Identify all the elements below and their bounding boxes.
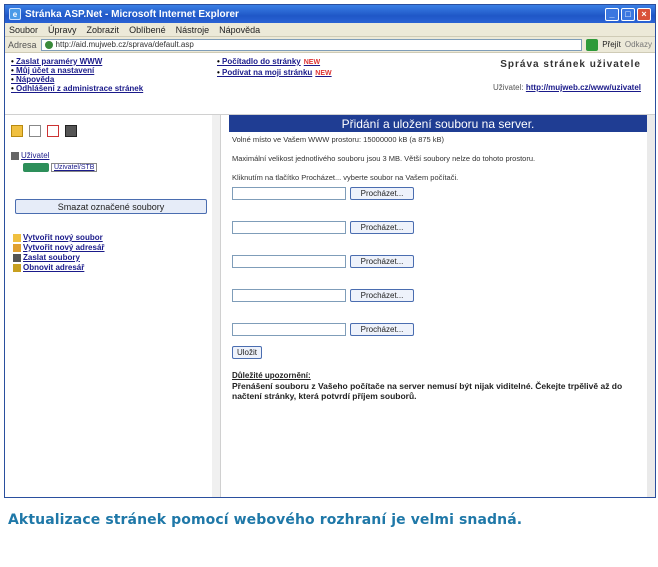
folder-icon: [13, 244, 21, 252]
delete-icon[interactable]: [47, 125, 59, 137]
address-label: Adresa: [8, 39, 37, 50]
main-scrollbar[interactable]: [647, 115, 655, 497]
top-navigation: Zaslat paraméry WWW Můj účet a nastavení…: [5, 53, 655, 115]
browse-button[interactable]: Procházet...: [350, 322, 414, 336]
user-line: Uživatel: http://mujweb.cz/www/uzivatel: [493, 83, 641, 92]
file-sidebar: Uživatel Uzivatel/STB Smazat označené so…: [5, 115, 221, 497]
go-icon[interactable]: [586, 38, 599, 51]
menu-item-edit[interactable]: Úpravy: [48, 25, 77, 35]
tree-child[interactable]: Uzivatel/STB: [23, 163, 98, 172]
action-list: Vytvořit nový soubor Vytvořit nový adres…: [13, 233, 105, 273]
window-title: Stránka ASP.Net - Microsoft Internet Exp…: [25, 8, 239, 20]
upload-row: Procházet...: [232, 318, 647, 340]
admin-title: Správa stránek uživatele: [500, 59, 641, 70]
browse-button[interactable]: Procházet...: [350, 288, 414, 302]
save-button[interactable]: Uložit: [232, 346, 262, 359]
browse-button[interactable]: Procházet...: [350, 220, 414, 234]
link-counter[interactable]: Počítadlo do stránkyNEW: [217, 57, 332, 68]
minimize-button[interactable]: _: [605, 7, 619, 21]
file-input[interactable]: [232, 254, 346, 268]
upload-row: Procházet...: [232, 182, 647, 204]
title-bar: e Stránka ASP.Net - Microsoft Internet E…: [5, 5, 655, 23]
computer-icon: [11, 151, 19, 160]
file-icon: [13, 234, 21, 242]
link-view-page[interactable]: Podívat na moji stránkuNEW: [217, 68, 332, 79]
delete-selected-button[interactable]: Smazat označené soubory: [15, 199, 207, 214]
account-links: Zaslat paraméry WWW Můj účet a nastavení…: [11, 57, 143, 93]
address-input[interactable]: http://aid.mujweb.cz/sprava/default.asp: [40, 38, 583, 51]
page-content: Zaslat paraméry WWW Můj účet a nastavení…: [5, 53, 655, 497]
link-logout[interactable]: Odhlášení z administrace stránek: [11, 84, 143, 93]
refresh-icon[interactable]: [65, 125, 77, 137]
file-input[interactable]: [232, 220, 346, 234]
user-label: Uživatel:: [492, 83, 524, 92]
upload-row: Procházet...: [232, 216, 647, 238]
warning-title: Důležité upozornění:: [232, 371, 311, 380]
action-new-file[interactable]: Vytvořit nový soubor: [13, 233, 105, 243]
address-bar: Adresa http://aid.mujweb.cz/sprava/defau…: [5, 37, 655, 53]
instruction-text: Kliknutím na tlačítko Procházet... vyber…: [232, 173, 459, 182]
sidebar-scrollbar[interactable]: [212, 115, 220, 497]
upload-row: Procházet...: [232, 250, 647, 272]
warning-text: Přenášení souboru z Vašeho počítače na s…: [232, 381, 623, 401]
folder-icon[interactable]: [11, 125, 23, 137]
page-icon: [44, 40, 53, 49]
toolbar: [11, 125, 77, 137]
folder-tag-icon: [23, 163, 49, 172]
go-button[interactable]: Přejít: [602, 40, 621, 49]
max-size-info: Maximální velikost jednotlivého souboru …: [232, 154, 536, 163]
link-help[interactable]: Nápověda: [11, 75, 143, 84]
menu-item-tools[interactable]: Nástroje: [176, 25, 210, 35]
panel-header: Přidání a uložení souboru na server.: [229, 115, 647, 132]
refresh-folder-icon: [13, 264, 21, 272]
page-links: Počítadlo do stránkyNEW Podívat na moji …: [217, 57, 332, 79]
tree-root[interactable]: Uživatel: [11, 151, 49, 160]
links-button[interactable]: Odkazy: [625, 40, 652, 49]
file-input[interactable]: [232, 322, 346, 336]
maximize-button[interactable]: □: [621, 7, 635, 21]
address-url: http://aid.mujweb.cz/sprava/default.asp: [55, 40, 194, 49]
figure-caption: Aktualizace stránek pomocí webového rozh…: [8, 512, 523, 528]
new-file-icon[interactable]: [29, 125, 41, 137]
menu-item-file[interactable]: Soubor: [9, 25, 38, 35]
browse-button[interactable]: Procházet...: [350, 186, 414, 200]
menu-item-view[interactable]: Zobrazit: [87, 25, 120, 35]
close-button[interactable]: ×: [637, 7, 651, 21]
action-upload[interactable]: Zaslat soubory: [13, 253, 105, 263]
upload-panel: Přidání a uložení souboru na server. Vol…: [229, 115, 647, 497]
link-www-params[interactable]: Zaslat paraméry WWW: [11, 57, 143, 66]
tree-child-label: Uzivatel/STB: [51, 163, 98, 172]
link-my-account[interactable]: Můj účet a nastavení: [11, 66, 143, 75]
menu-item-help[interactable]: Nápověda: [219, 25, 260, 35]
new-badge: NEW: [315, 70, 332, 77]
browse-button[interactable]: Procházet...: [350, 254, 414, 268]
ie-logo-icon: e: [9, 8, 21, 20]
action-new-folder[interactable]: Vytvořit nový adresář: [13, 243, 105, 253]
user-link[interactable]: http://mujweb.cz/www/uzivatel: [526, 83, 641, 92]
action-refresh[interactable]: Obnovit adresář: [13, 263, 105, 273]
file-input[interactable]: [232, 288, 346, 302]
space-info: Volné místo ve Vašem WWW prostoru: 15000…: [232, 135, 445, 144]
menu-bar: Soubor Úpravy Zobrazit Oblíbené Nástroje…: [5, 23, 655, 37]
browser-window: e Stránka ASP.Net - Microsoft Internet E…: [4, 4, 656, 498]
menu-item-favorites[interactable]: Oblíbené: [129, 25, 166, 35]
upload-icon: [13, 254, 21, 262]
file-input[interactable]: [232, 186, 346, 200]
upload-row: Procházet...: [232, 284, 647, 306]
new-badge: NEW: [303, 59, 321, 66]
